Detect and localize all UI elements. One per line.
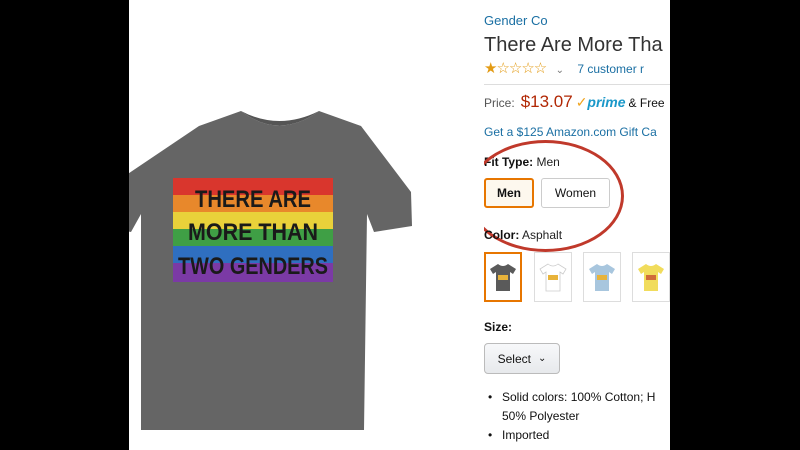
shirt-text-line-1: THERE ARE — [195, 186, 311, 213]
tshirt-swatch-icon — [539, 263, 567, 292]
reviews-link[interactable]: 7 customer r — [577, 62, 644, 76]
free-shipping-text[interactable]: & Free — [629, 96, 665, 110]
brand-link[interactable]: Gender Co — [484, 13, 548, 28]
tshirt-swatch-icon — [638, 264, 664, 291]
feature-bullets: • Solid colors: 100% Cotton; H 50% Polyes… — [484, 388, 655, 445]
shirt-text-line-2: MORE THAN — [188, 219, 318, 246]
list-item: • Solid colors: 100% Cotton; H — [488, 390, 656, 404]
feature-text: Solid colors: 100% Cotton; H — [502, 390, 656, 404]
color-row: Color: Asphalt — [484, 228, 562, 242]
product-details: Gender Co There Are More Tha ★☆☆☆☆ ⌄ 7 c… — [484, 0, 670, 450]
chevron-down-icon: ⌄ — [537, 353, 547, 364]
list-item: • Imported — [488, 428, 550, 442]
tshirt-image: THERE ARE MORE THAN TWO GENDERS — [129, 111, 412, 430]
color-value: Asphalt — [522, 228, 563, 242]
color-swatch-yellow[interactable] — [632, 252, 670, 302]
size-select-label: Select — [497, 351, 531, 366]
check-icon: ✓ — [575, 94, 588, 110]
price-value: $13.07 — [520, 92, 573, 111]
prime-logo: prime — [587, 94, 626, 110]
feature-text: Imported — [502, 428, 550, 442]
color-swatch-blue[interactable] — [583, 252, 621, 302]
feature-text: 50% Polyester — [502, 409, 580, 423]
chevron-down-icon[interactable]: ⌄ — [556, 65, 564, 76]
list-item: 50% Polyester — [484, 407, 655, 426]
product-title: There Are More Tha — [484, 34, 663, 56]
tshirt-swatch-icon — [589, 264, 615, 291]
tshirt-swatch-icon — [490, 264, 516, 291]
color-label: Color: — [484, 228, 520, 242]
color-swatch-white[interactable] — [534, 252, 572, 302]
color-swatch-asphalt[interactable] — [484, 252, 522, 302]
size-select[interactable]: Select ⌄ — [484, 343, 560, 374]
star-rating[interactable]: ★☆☆☆☆ — [484, 60, 547, 77]
price-label: Price: — [484, 96, 515, 110]
shirt-text-line-3: TWO GENDERS — [178, 253, 328, 280]
divider — [484, 84, 670, 85]
product-image[interactable]: THERE ARE MORE THAN TWO GENDERS — [129, 0, 470, 450]
price-row: Price: $13.07 ✓prime & Free — [484, 92, 665, 112]
gift-card-link[interactable]: Get a $125 Amazon.com Gift Ca — [484, 125, 657, 139]
rating-row: ★☆☆☆☆ ⌄ 7 customer r — [484, 59, 644, 77]
size-label: Size: — [484, 320, 513, 334]
product-page: THERE ARE MORE THAN TWO GENDERS Gender C… — [129, 0, 670, 450]
